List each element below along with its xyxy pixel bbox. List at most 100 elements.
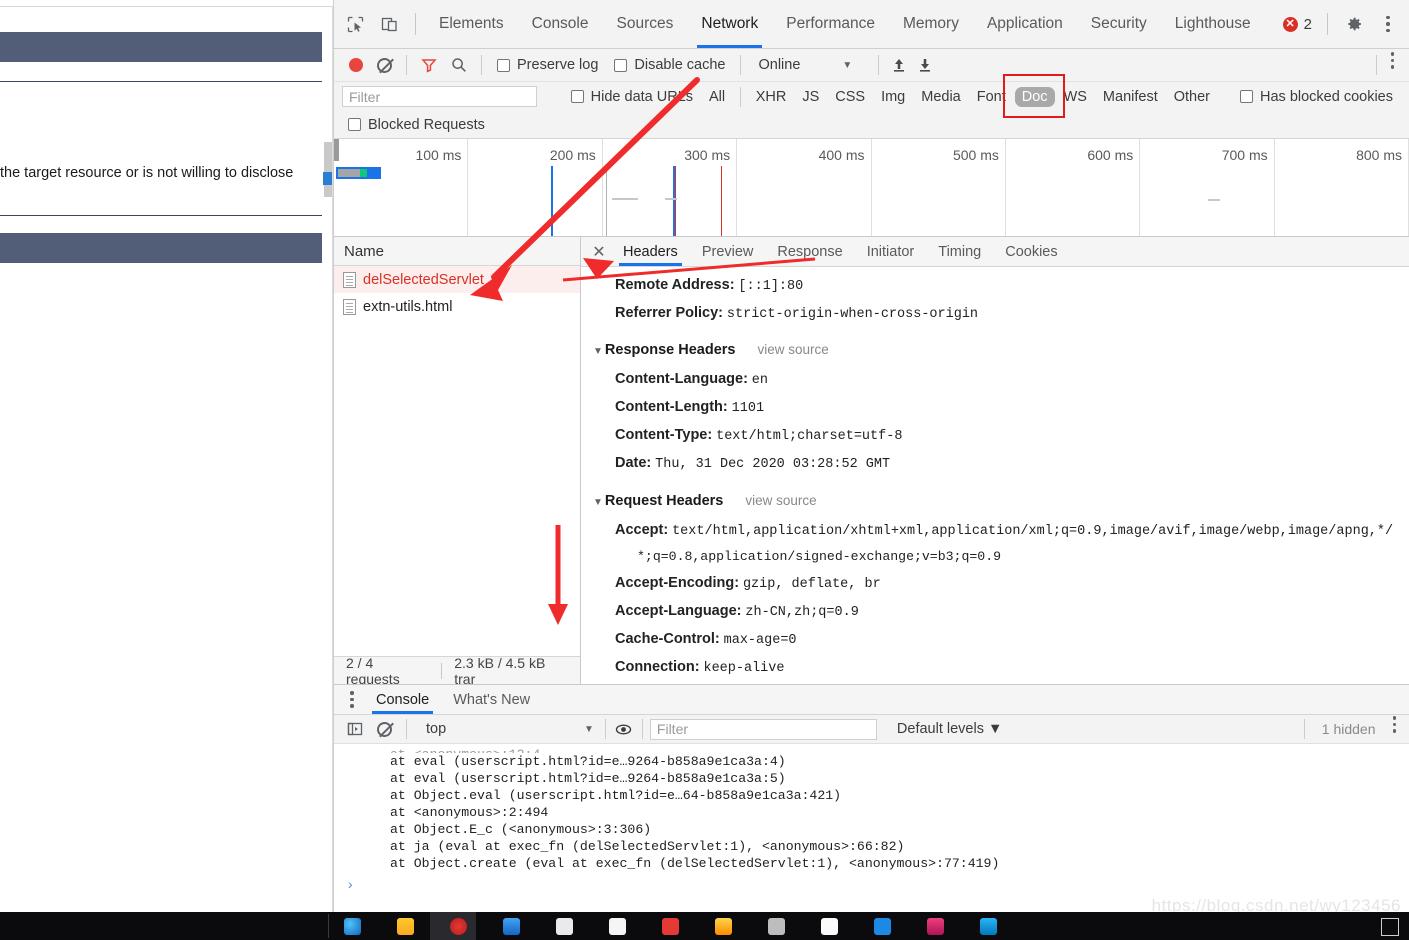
hide-data-urls-checkbox[interactable]: Hide data URLs: [563, 89, 701, 105]
taskbar-browser-icon[interactable]: [344, 917, 361, 935]
overview-tick-label: 600 ms: [1087, 147, 1134, 163]
tab-response[interactable]: Response: [765, 237, 854, 266]
taskbar-app-icon-7[interactable]: [821, 917, 838, 935]
filter-type-media[interactable]: Media: [914, 87, 968, 107]
taskbar-show-desktop[interactable]: [1381, 918, 1399, 936]
preserve-log-checkbox[interactable]: Preserve log: [489, 57, 606, 73]
console-output[interactable]: at <anonymous>:12:4 at eval (userscript.…: [334, 744, 1409, 912]
chevron-down-icon[interactable]: ▼: [584, 724, 594, 735]
overview-marker-red-2: [721, 166, 722, 236]
view-source-link-response[interactable]: view source: [757, 342, 828, 357]
view-source-link-request[interactable]: view source: [745, 493, 816, 508]
record-button[interactable]: [342, 52, 370, 78]
taskbar-app-icon-2[interactable]: [556, 917, 573, 935]
console-clear-button[interactable]: [370, 716, 399, 742]
requests-list[interactable]: delSelectedServlet extn-utils.html: [334, 266, 580, 656]
taskbar-divider: [328, 914, 329, 938]
console-settings-icon[interactable]: [1386, 716, 1404, 742]
overview-tick-400: 400 ms: [737, 139, 872, 236]
filter-type-img[interactable]: Img: [874, 87, 912, 107]
device-toolbar-icon[interactable]: [374, 10, 404, 38]
console-filter-input[interactable]: [649, 718, 877, 740]
filter-type-other[interactable]: Other: [1167, 87, 1217, 107]
console-divider-2: [604, 719, 606, 739]
taskbar-app-icon-1[interactable]: [503, 917, 520, 935]
tab-elements[interactable]: Elements: [425, 0, 518, 48]
live-expression-icon[interactable]: [613, 718, 635, 740]
filter-toggle-button[interactable]: [414, 52, 444, 78]
tab-cookies[interactable]: Cookies: [993, 237, 1069, 266]
taskbar-app-icon-5[interactable]: [715, 917, 732, 935]
overview-left-handle[interactable]: [334, 139, 339, 161]
filter-type-css[interactable]: CSS: [828, 87, 872, 107]
response-headers-section[interactable]: ▼ Response Headers view source: [581, 335, 1409, 365]
tab-timing[interactable]: Timing: [926, 237, 993, 266]
tab-security[interactable]: Security: [1077, 0, 1161, 48]
filter-type-doc[interactable]: Doc: [1014, 86, 1055, 107]
taskbar-app-icon-9[interactable]: [927, 917, 944, 935]
taskbar-app-icon-8[interactable]: [874, 917, 891, 935]
console-sidebar-button[interactable]: [340, 716, 370, 742]
network-overview[interactable]: 100 ms 200 ms 300 ms 400 ms 500 ms 600 m…: [334, 139, 1409, 237]
tab-memory[interactable]: Memory: [889, 0, 973, 48]
tab-console-drawer-label: Console: [376, 691, 430, 708]
request-headers-section[interactable]: ▼ Request Headers view source: [581, 486, 1409, 516]
tab-console-drawer[interactable]: Console: [364, 685, 441, 714]
console-line-text: at Object.E_c (<anonymous>:3:306): [390, 822, 652, 837]
clear-button[interactable]: [370, 52, 399, 78]
console-line: at eval (userscript.html?id=e…9264-b858a…: [334, 770, 1409, 787]
console-levels-select[interactable]: Default levels ▼: [887, 721, 1012, 737]
filter-type-xhr[interactable]: XHR: [749, 87, 794, 107]
page-footer-bar: [0, 233, 322, 263]
taskbar-app-icon-10[interactable]: [980, 917, 997, 935]
disable-cache-checkbox[interactable]: Disable cache: [606, 57, 733, 73]
taskbar-explorer-icon[interactable]: [397, 917, 414, 935]
network-settings-icon[interactable]: [1384, 52, 1402, 78]
filter-type-font[interactable]: Font: [970, 87, 1013, 107]
throttling-select[interactable]: Online ▼: [748, 57, 852, 73]
console-context-select[interactable]: top: [414, 721, 584, 737]
tab-initiator[interactable]: Initiator: [855, 237, 927, 266]
import-har-button[interactable]: [886, 52, 912, 78]
inspect-element-icon[interactable]: [340, 10, 370, 38]
console-line: at Object.eval (userscript.html?id=e…64-…: [334, 787, 1409, 804]
table-row[interactable]: extn-utils.html: [334, 293, 580, 320]
blocked-requests-checkbox[interactable]: Blocked Requests: [342, 117, 493, 133]
preserve-log-label: Preserve log: [517, 57, 599, 73]
tab-console[interactable]: Console: [518, 0, 603, 48]
requests-column-header[interactable]: Name: [334, 237, 580, 266]
tab-application[interactable]: Application: [973, 0, 1077, 48]
tab-lighthouse[interactable]: Lighthouse: [1161, 0, 1265, 48]
tab-sources[interactable]: Sources: [603, 0, 688, 48]
drawer-more-icon[interactable]: [340, 688, 364, 712]
gear-icon[interactable]: [1339, 10, 1369, 38]
filter-input[interactable]: [342, 86, 537, 107]
taskbar-opera-icon[interactable]: [450, 917, 467, 935]
requests-transferred: 2.3 kB / 4.5 kB trar: [454, 654, 546, 687]
taskbar-app-icon-6[interactable]: [768, 917, 785, 935]
tab-whats-new[interactable]: What's New: [441, 685, 542, 714]
tab-network[interactable]: Network: [687, 0, 772, 48]
triangle-down-icon: ▼: [593, 497, 603, 508]
filter-type-all[interactable]: All: [702, 87, 732, 107]
error-count-badge[interactable]: ✕ 2: [1277, 16, 1318, 33]
export-har-button[interactable]: [912, 52, 938, 78]
console-prompt[interactable]: ›: [334, 872, 1409, 894]
taskbar-app-icon-4[interactable]: [662, 917, 679, 935]
tab-performance[interactable]: Performance: [772, 0, 889, 48]
filter-type-ws[interactable]: WS: [1057, 87, 1094, 107]
taskbar-app-icon-3[interactable]: [609, 917, 626, 935]
table-row[interactable]: delSelectedServlet: [334, 266, 580, 293]
hide-data-urls-box: [570, 90, 584, 103]
more-options-icon[interactable]: [1373, 10, 1403, 38]
close-icon[interactable]: ✕: [587, 240, 611, 264]
filter-type-js[interactable]: JS: [795, 87, 826, 107]
page-scrollbar-thumb[interactable]: [324, 142, 332, 197]
search-button[interactable]: [444, 52, 474, 78]
sidebar-icon: [347, 722, 363, 736]
tab-headers[interactable]: Headers: [611, 237, 690, 266]
headers-body[interactable]: Remote Address: [::1]:80 Referrer Policy…: [581, 267, 1409, 684]
tab-preview[interactable]: Preview: [690, 237, 766, 266]
filter-type-manifest[interactable]: Manifest: [1096, 87, 1165, 107]
has-blocked-cookies-checkbox[interactable]: Has blocked cookies: [1218, 89, 1401, 105]
